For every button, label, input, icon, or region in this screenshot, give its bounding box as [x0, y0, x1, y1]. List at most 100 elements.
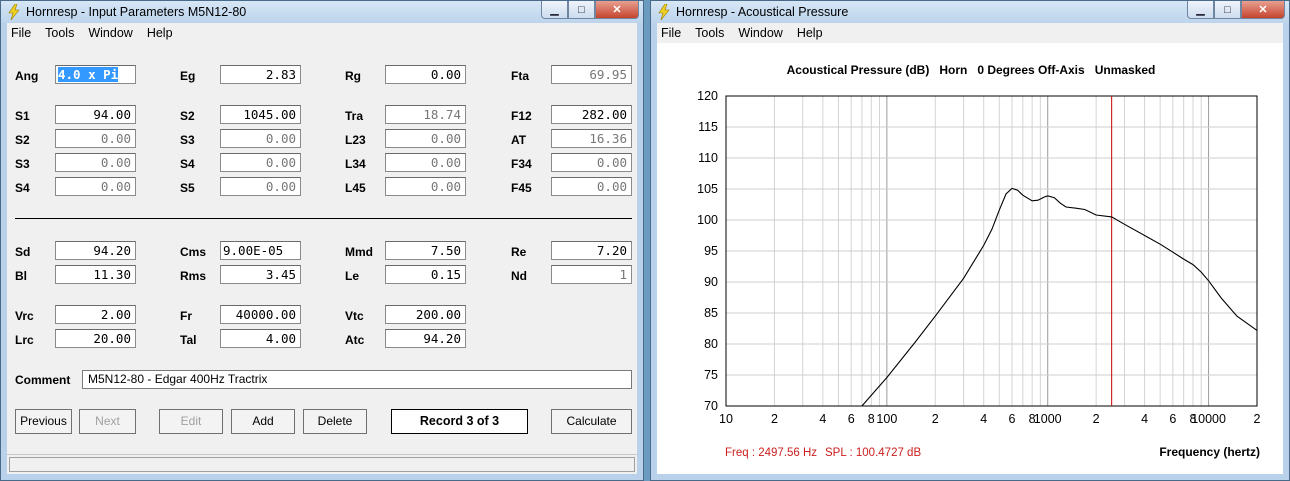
s3-mid-label: S3 [180, 133, 195, 147]
atc-field[interactable]: 94.20 [385, 329, 466, 348]
vtc-label: Vtc [345, 309, 364, 323]
hornresp-bolt-icon [8, 4, 20, 20]
tra-label: Tra [345, 109, 364, 123]
y-tick-label: 70 [704, 399, 718, 413]
menu-tools[interactable]: Tools [45, 26, 74, 40]
input-parameters-window: Hornresp - Input Parameters M5N12-80 ▁ □… [0, 0, 644, 481]
y-tick-label: 85 [704, 306, 718, 320]
y-tick-label: 120 [697, 89, 718, 103]
s1-field[interactable]: 94.00 [55, 105, 136, 124]
comment-label: Comment [15, 373, 71, 387]
lrc-field[interactable]: 20.00 [55, 329, 136, 348]
comment-field[interactable]: M5N12-80 - Edgar 400Hz Tractrix [82, 370, 632, 389]
l45-label: L45 [345, 181, 366, 195]
s4-field: 0.00 [55, 177, 136, 196]
x-tick-label: 100 [876, 412, 897, 426]
l23-label: L23 [345, 133, 366, 147]
menu-help[interactable]: Help [147, 26, 173, 40]
f12-field[interactable]: 282.00 [551, 105, 632, 124]
bl-field[interactable]: 11.30 [55, 265, 136, 284]
window-title: Hornresp - Acoustical Pressure [676, 5, 849, 19]
fta-field: 69.95 [551, 65, 632, 84]
add-button[interactable]: Add [231, 409, 295, 434]
eg-field[interactable]: 2.83 [220, 65, 301, 84]
s5-field: 0.00 [220, 177, 301, 196]
close-button[interactable]: ✕ [1241, 1, 1285, 19]
x-tick-label: 2 [771, 412, 778, 426]
spl-readout: SPL : 100.4727 dB [825, 447, 921, 459]
s2-top-label: S2 [180, 109, 195, 123]
x-tick-label: 4 [1141, 412, 1148, 426]
vrc-field[interactable]: 2.00 [55, 305, 136, 324]
title-bar[interactable]: Hornresp - Acoustical Pressure ▁ □ ✕ [651, 1, 1289, 23]
l23-field: 0.00 [385, 129, 466, 148]
at-field: 16.36 [551, 129, 632, 148]
rms-label: Rms [180, 269, 207, 283]
chart-title: Acoustical Pressure (dB) Horn 0 Degrees … [787, 63, 1156, 77]
x-tick-label: 4 [980, 412, 987, 426]
rms-field[interactable]: 3.45 [220, 265, 301, 284]
x-tick-label: 6 [1169, 412, 1176, 426]
x-tick-label: 2 [1254, 412, 1261, 426]
mmd-label: Mmd [345, 245, 373, 259]
tal-field[interactable]: 4.00 [220, 329, 301, 348]
mmd-field[interactable]: 7.50 [385, 241, 466, 260]
x-tick-label: 4 [819, 412, 826, 426]
window-title: Hornresp - Input Parameters M5N12-80 [26, 5, 247, 19]
tal-label: Tal [180, 333, 197, 347]
le-field[interactable]: 0.15 [385, 265, 466, 284]
s2-field: 0.00 [55, 129, 136, 148]
s2-label: S2 [15, 133, 30, 147]
previous-button[interactable]: Previous [15, 409, 72, 434]
atc-label: Atc [345, 333, 365, 347]
menu-bar: File Tools Window Help [7, 23, 637, 43]
menu-file[interactable]: File [661, 26, 681, 40]
frequency-readout: Freq : 2497.56 Hz [725, 447, 817, 459]
f12-label: F12 [511, 109, 532, 123]
sd-field[interactable]: 94.20 [55, 241, 136, 260]
acoustical-pressure-chart[interactable]: Acoustical Pressure (dB) Horn 0 Degrees … [657, 43, 1285, 476]
minimize-button[interactable]: ▁ [541, 1, 568, 19]
s5-label: S5 [180, 181, 195, 195]
ang-field[interactable]: 4.0 x Pi [55, 65, 136, 84]
lrc-label: Lrc [15, 333, 34, 347]
nd-label: Nd [511, 269, 527, 283]
menu-window[interactable]: Window [88, 26, 132, 40]
sd-label: Sd [15, 245, 31, 259]
chart-panel: Acoustical Pressure (dB) Horn 0 Degrees … [657, 43, 1283, 474]
minimize-button[interactable]: ▁ [1187, 1, 1214, 19]
re-field[interactable]: 7.20 [551, 241, 632, 260]
re-label: Re [511, 245, 527, 259]
edit-button[interactable]: Edit [159, 409, 223, 434]
y-tick-label: 80 [704, 337, 718, 351]
vtc-field[interactable]: 200.00 [385, 305, 466, 324]
s4-mid-label: S4 [180, 157, 195, 171]
s3-mid-field: 0.00 [220, 129, 301, 148]
next-button[interactable]: Next [79, 409, 136, 434]
maximize-button[interactable]: □ [568, 1, 595, 19]
section-divider [15, 218, 632, 219]
calculate-button[interactable]: Calculate [551, 409, 632, 434]
menu-file[interactable]: File [11, 26, 31, 40]
s2-top-field[interactable]: 1045.00 [220, 105, 301, 124]
title-bar[interactable]: Hornresp - Input Parameters M5N12-80 ▁ □… [1, 1, 643, 23]
close-button[interactable]: ✕ [595, 1, 639, 19]
x-tick-label: 1000 [1034, 412, 1062, 426]
input-panel: Ang 4.0 x Pi Eg 2.83 Rg 0.00 Fta 69.95 S… [7, 43, 637, 474]
menu-window[interactable]: Window [738, 26, 782, 40]
acoustical-pressure-window: Hornresp - Acoustical Pressure ▁ □ ✕ Fil… [650, 0, 1290, 481]
x-tick-label: 6 [1009, 412, 1016, 426]
nd-field: 1 [551, 265, 632, 284]
cms-field[interactable]: 9.00E-05 [220, 241, 301, 260]
maximize-button[interactable]: □ [1214, 1, 1241, 19]
fr-label: Fr [180, 309, 192, 323]
menu-tools[interactable]: Tools [695, 26, 724, 40]
delete-button[interactable]: Delete [303, 409, 367, 434]
le-label: Le [345, 269, 360, 283]
x-tick-label: 10000 [1191, 412, 1226, 426]
l34-field: 0.00 [385, 153, 466, 172]
menu-help[interactable]: Help [797, 26, 823, 40]
fr-field[interactable]: 40000.00 [220, 305, 301, 324]
f45-field: 0.00 [551, 177, 632, 196]
rg-field[interactable]: 0.00 [385, 65, 466, 84]
